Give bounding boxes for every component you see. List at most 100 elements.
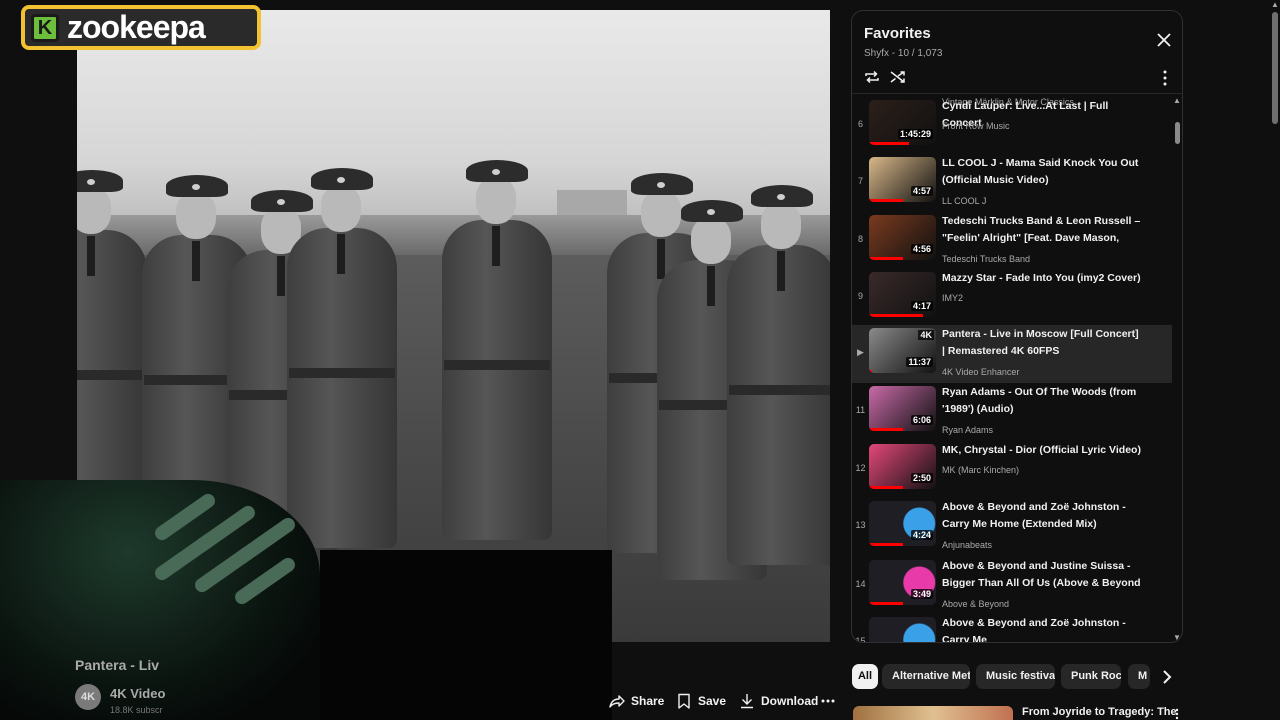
scroll-up-arrow-icon[interactable]: ▲ (1173, 96, 1181, 105)
scroll-up-arrow-icon[interactable]: ▲ (1271, 0, 1279, 9)
playlist-item[interactable]: 11 6:06 Ryan Adams - Out Of The Woods (fro… (852, 383, 1172, 441)
filter-chip[interactable]: All (852, 664, 878, 689)
now-playing-icon: ▶ (857, 347, 864, 357)
playlist-item-thumbnail[interactable]: 2:50 (869, 444, 936, 489)
subscriber-count: 18.8K subscr (110, 705, 163, 715)
channel-name[interactable]: 4K Video (110, 686, 165, 701)
playlist-item-index: 6 (857, 119, 863, 129)
shuffle-icon[interactable] (889, 68, 907, 86)
watch-progress-bar (869, 602, 903, 605)
playlist-item-index: 8 (857, 234, 863, 244)
playlist-item-duration: 3:49 (910, 589, 933, 599)
playlist-item-thumbnail[interactable]: 4K 11:37 (869, 328, 936, 373)
watch-progress-bar (869, 370, 873, 373)
playlist-item-channel: Anjunabeats (942, 540, 993, 550)
filter-chip[interactable]: Alternative Metal (882, 664, 970, 689)
playlist-item-title[interactable]: LL COOL J - Mama Said Knock You Out (Off… (942, 155, 1142, 189)
playlist-item[interactable]: 6 1:45:29 Cyndi Lauper: Live...At Last | F… (852, 97, 1172, 155)
playlist-item[interactable]: 15 Above & Beyond and Zoë Johnston - Carr… (852, 614, 1172, 643)
playlist-item-channel: Front Row Music (942, 121, 1010, 131)
playlist-scrollbar-thumb[interactable] (1175, 122, 1180, 144)
more-actions-button[interactable] (820, 688, 836, 714)
playlist-item-title[interactable]: Mazzy Star - Fade Into You (imy2 Cover) (942, 270, 1142, 287)
download-button[interactable]: Download (739, 688, 818, 714)
playlist-item[interactable]: 7 4:57 LL COOL J - Mama Said Knock You Out… (852, 154, 1172, 212)
playlist-item-title[interactable]: Pantera - Live in Moscow [Full Concert] … (942, 326, 1142, 360)
playlist-item-thumbnail[interactable]: 4:17 (869, 272, 936, 317)
playlist-item-thumbnail[interactable]: 4:24 (869, 501, 936, 546)
recommendation-thumbnail[interactable] (853, 706, 1013, 720)
playlist-scrollbar[interactable]: ▲ ▼ (1172, 95, 1182, 642)
playlist-item-duration: 4:57 (910, 186, 933, 196)
playlist-item-thumbnail[interactable]: 1:45:29 (869, 100, 936, 145)
page-scrollbar-thumb[interactable] (1272, 12, 1278, 124)
playlist-item-title[interactable]: Above & Beyond and Zoë Johnston - Carry … (942, 499, 1142, 533)
scroll-down-arrow-icon[interactable]: ▼ (1173, 633, 1181, 642)
playlist-item[interactable]: 8 4:56 Tedeschi Trucks Band & Leon Russell… (852, 212, 1172, 270)
playlist-title[interactable]: Favorites (864, 25, 931, 42)
loop-icon[interactable] (863, 68, 881, 86)
share-label: Share (631, 694, 665, 708)
playlist-item-title[interactable]: Above & Beyond and Zoë Johnston - Carry … (942, 615, 1142, 642)
playlist-item-title[interactable]: Ryan Adams - Out Of The Woods (from '198… (942, 384, 1142, 418)
playlist-item[interactable]: 12 2:50 MK, Chrystal - Dior (Official Lyri… (852, 441, 1172, 499)
more-horizontal-icon (821, 699, 835, 703)
channel-avatar[interactable]: 4K (75, 684, 101, 710)
playlist-item-title[interactable]: Above & Beyond and Justine Suissa - Bigg… (942, 558, 1142, 592)
playlist-item-channel: IMY2 (942, 293, 964, 303)
playlist-item-duration: 4:56 (910, 244, 933, 254)
playlist-item-duration: 4:17 (910, 301, 933, 311)
filter-chip[interactable]: Punk Rock (1061, 664, 1121, 689)
playlist-panel: Favorites Shyfx - 10 / 1,073 510:08Vinta… (851, 10, 1183, 643)
playlist-item-index: 7 (857, 176, 863, 186)
watch-progress-bar (869, 543, 903, 546)
playlist-item-duration: 6:06 (910, 415, 933, 425)
playlist-item[interactable]: 9 4:17 Mazzy Star - Fade Into You (imy2 Co… (852, 269, 1172, 327)
playlist-item[interactable]: 14 3:49 Above & Beyond and Justine Suissa … (852, 557, 1172, 615)
logo-text: zookeepa (67, 9, 206, 45)
playlist-item-channel: Above & Beyond (942, 599, 1010, 609)
playlist-item-thumbnail[interactable]: 3:49 (869, 560, 936, 605)
playlist-item-duration: 1:45:29 (897, 129, 933, 139)
share-button[interactable]: Share (609, 688, 664, 714)
playlist-item-index: 11 (855, 405, 866, 415)
save-button[interactable]: Save (676, 688, 726, 714)
more-vertical-icon[interactable] (1157, 69, 1173, 87)
filter-chip[interactable]: M (1128, 664, 1150, 689)
logo-badge: K (31, 13, 59, 42)
video-overlay-shadow (320, 550, 612, 720)
download-label: Download (761, 694, 819, 708)
playlist-item-index: 15 (855, 636, 866, 643)
chevron-right-icon[interactable] (1157, 666, 1177, 688)
playlist-item-title[interactable]: Tedeschi Trucks Band & Leon Russell – "F… (942, 213, 1142, 247)
filter-chip[interactable]: Music festivals (976, 664, 1055, 689)
foreground-glass-object (0, 480, 320, 720)
playlist-item-channel: Tedeschi Trucks Band (942, 254, 1031, 264)
recommendation-title[interactable]: From Joyride to Tragedy: The (1022, 706, 1177, 718)
playlist-item-index: 9 (857, 291, 863, 301)
playlist-item-thumbnail[interactable] (869, 617, 936, 642)
share-icon (609, 695, 625, 708)
playlist-item-channel: Ryan Adams (942, 425, 994, 435)
playlist-item-index: 12 (855, 463, 866, 473)
playlist-item-thumbnail[interactable]: 6:06 (869, 386, 936, 431)
zookeepa-logo: K zookeepa (21, 5, 261, 50)
playlist-item-thumbnail[interactable]: 4:56 (869, 215, 936, 260)
playlist-item-duration: 11:37 (906, 357, 933, 367)
download-icon (741, 694, 753, 709)
playlist-item-duration: 2:50 (910, 473, 933, 483)
watch-progress-bar (869, 199, 903, 202)
video-title: Pantera - Liv (75, 657, 160, 673)
playlist-subtitle: Shyfx - 10 / 1,073 (864, 48, 943, 59)
playlist-item-title[interactable]: MK, Chrystal - Dior (Official Lyric Vide… (942, 442, 1142, 459)
watch-progress-bar (869, 314, 923, 317)
playlist-item[interactable]: 13 4:24 Above & Beyond and Zoë Johnston - … (852, 498, 1172, 556)
playlist-item[interactable]: ▶ 4K 11:37 Pantera - Live in Moscow [Full C… (852, 325, 1172, 383)
save-label: Save (698, 694, 727, 708)
page-scrollbar[interactable]: ▲ (1270, 0, 1280, 720)
watch-progress-bar (869, 257, 903, 260)
more-vertical-icon[interactable] (1171, 708, 1183, 720)
playlist-item-thumbnail[interactable]: 4:57 (869, 157, 936, 202)
close-icon[interactable] (1155, 31, 1173, 49)
playlist-item-index: 14 (855, 579, 866, 589)
